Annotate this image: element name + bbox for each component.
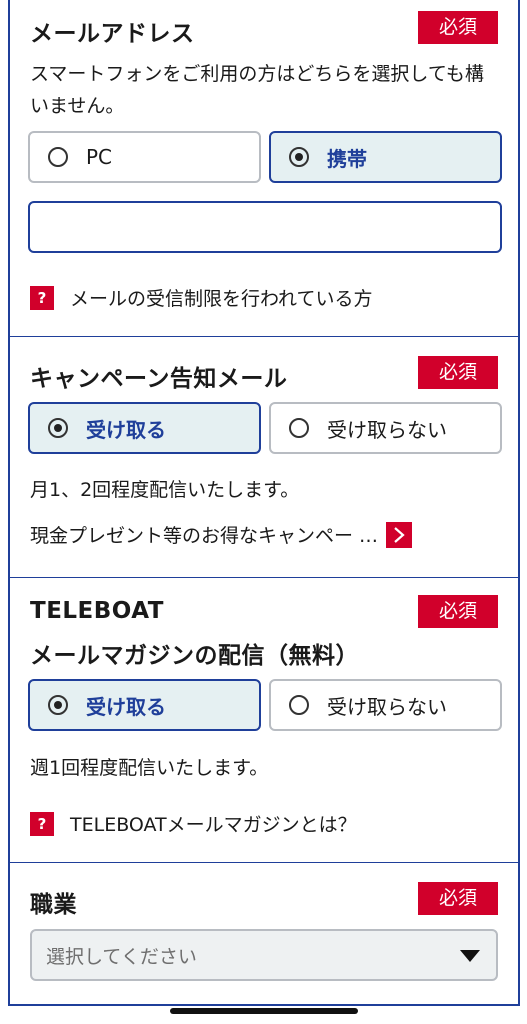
form-frame: メールアドレス 必須 スマートフォンをご利用の方はどちらを選択しても構いません。… — [8, 0, 520, 1006]
email-required-badge: 必須 — [418, 11, 498, 44]
page: メールアドレス 必須 スマートフォンをご利用の方はどちらを選択しても構いません。… — [0, 0, 527, 1024]
chevron-right-icon — [386, 521, 413, 548]
campaign-option-decline[interactable]: 受け取らない — [269, 402, 502, 454]
campaign-option-receive[interactable]: 受け取る — [28, 402, 261, 454]
magazine-section: TELEBOAT メールマガジンの配信（無料） 必須 受け取る 受け取らない 週… — [10, 578, 518, 863]
magazine-title-line2: メールマガジンの配信（無料） — [30, 643, 359, 669]
occupation-required-badge: 必須 — [418, 882, 498, 915]
occupation-select-value: 選択してください — [46, 945, 197, 968]
triangle-down-icon — [460, 950, 480, 962]
question-icon: ? — [30, 811, 54, 836]
occupation-section: 職業 必須 選択してください — [10, 863, 518, 1006]
campaign-title: キャンペーン告知メール — [30, 366, 288, 392]
magazine-help-text: TELEBOATメールマガジンとは？ — [70, 814, 357, 836]
question-icon: ? — [30, 285, 54, 310]
email-input[interactable] — [28, 201, 502, 253]
radio-icon — [289, 418, 309, 438]
campaign-section: キャンペーン告知メール 必須 受け取る 受け取らない 月1、2回程度配信いたしま… — [10, 337, 518, 578]
campaign-description: 月1、2回程度配信いたします。 — [30, 479, 300, 501]
campaign-required-badge: 必須 — [418, 356, 498, 389]
magazine-option-decline[interactable]: 受け取らない — [269, 679, 502, 731]
occupation-title: 職業 — [30, 892, 77, 918]
campaign-option-receive-label: 受け取る — [86, 417, 166, 442]
radio-icon — [48, 147, 68, 167]
email-option-pc[interactable]: PC — [28, 131, 261, 183]
magazine-option-receive-label: 受け取る — [86, 694, 166, 719]
magazine-option-receive[interactable]: 受け取る — [28, 679, 261, 731]
magazine-required-badge: 必須 — [418, 595, 498, 628]
email-help-link[interactable]: ? メールの受信制限を行われている方 — [30, 284, 372, 311]
radio-icon — [289, 695, 309, 715]
occupation-select[interactable]: 選択してください — [30, 929, 498, 981]
email-help-text: メールの受信制限を行われている方 — [70, 288, 373, 310]
radio-selected-icon — [48, 695, 68, 715]
magazine-description: 週1回程度配信いたします。 — [30, 757, 269, 779]
email-title: メールアドレス — [30, 21, 195, 47]
email-option-pc-label: PC — [86, 145, 113, 169]
campaign-more-text: 現金プレゼント等のお得なキャンペー … — [30, 525, 379, 547]
magazine-help-link[interactable]: ? TELEBOATメールマガジンとは？ — [30, 810, 357, 837]
email-description: スマートフォンをご利用の方はどちらを選択しても構いません。 — [30, 63, 484, 117]
home-indicator[interactable] — [170, 1008, 358, 1014]
campaign-option-decline-label: 受け取らない — [327, 417, 447, 442]
email-option-mobile[interactable]: 携帯 — [269, 131, 502, 183]
campaign-more-link[interactable]: 現金プレゼント等のお得なキャンペー … — [30, 521, 498, 548]
email-section: メールアドレス 必須 スマートフォンをご利用の方はどちらを選択しても構いません。… — [10, 0, 518, 337]
magazine-title-line1: TELEBOAT — [30, 598, 164, 624]
radio-selected-icon — [48, 418, 68, 438]
radio-selected-icon — [289, 147, 309, 167]
magazine-option-decline-label: 受け取らない — [327, 694, 447, 719]
email-option-mobile-label: 携帯 — [327, 146, 367, 171]
